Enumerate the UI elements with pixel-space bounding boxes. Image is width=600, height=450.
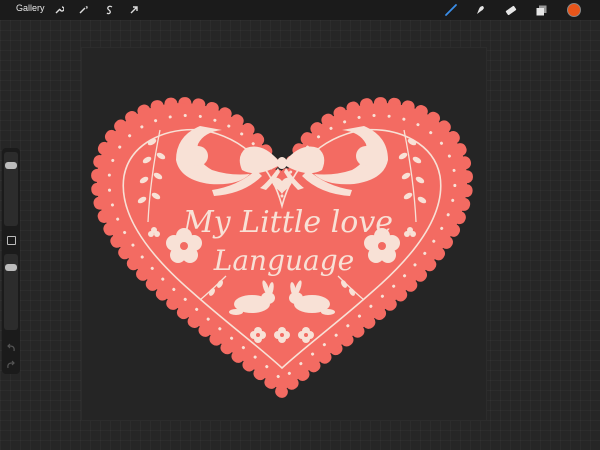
left-sidebar xyxy=(2,148,20,374)
modify-square-icon[interactable] xyxy=(7,236,16,245)
opacity-thumb[interactable] xyxy=(5,264,17,272)
undo-icon[interactable] xyxy=(5,340,17,352)
lettering-line-1: My Little love xyxy=(182,205,393,240)
small-flowers xyxy=(250,327,314,343)
brush-size-thumb[interactable] xyxy=(5,162,17,170)
opacity-slider[interactable] xyxy=(4,254,18,330)
lettering-line-2: Language xyxy=(213,244,354,277)
heart-artwork: My Little love Language xyxy=(90,97,474,400)
redo-icon[interactable] xyxy=(5,357,17,369)
brush-size-slider[interactable] xyxy=(4,152,18,226)
